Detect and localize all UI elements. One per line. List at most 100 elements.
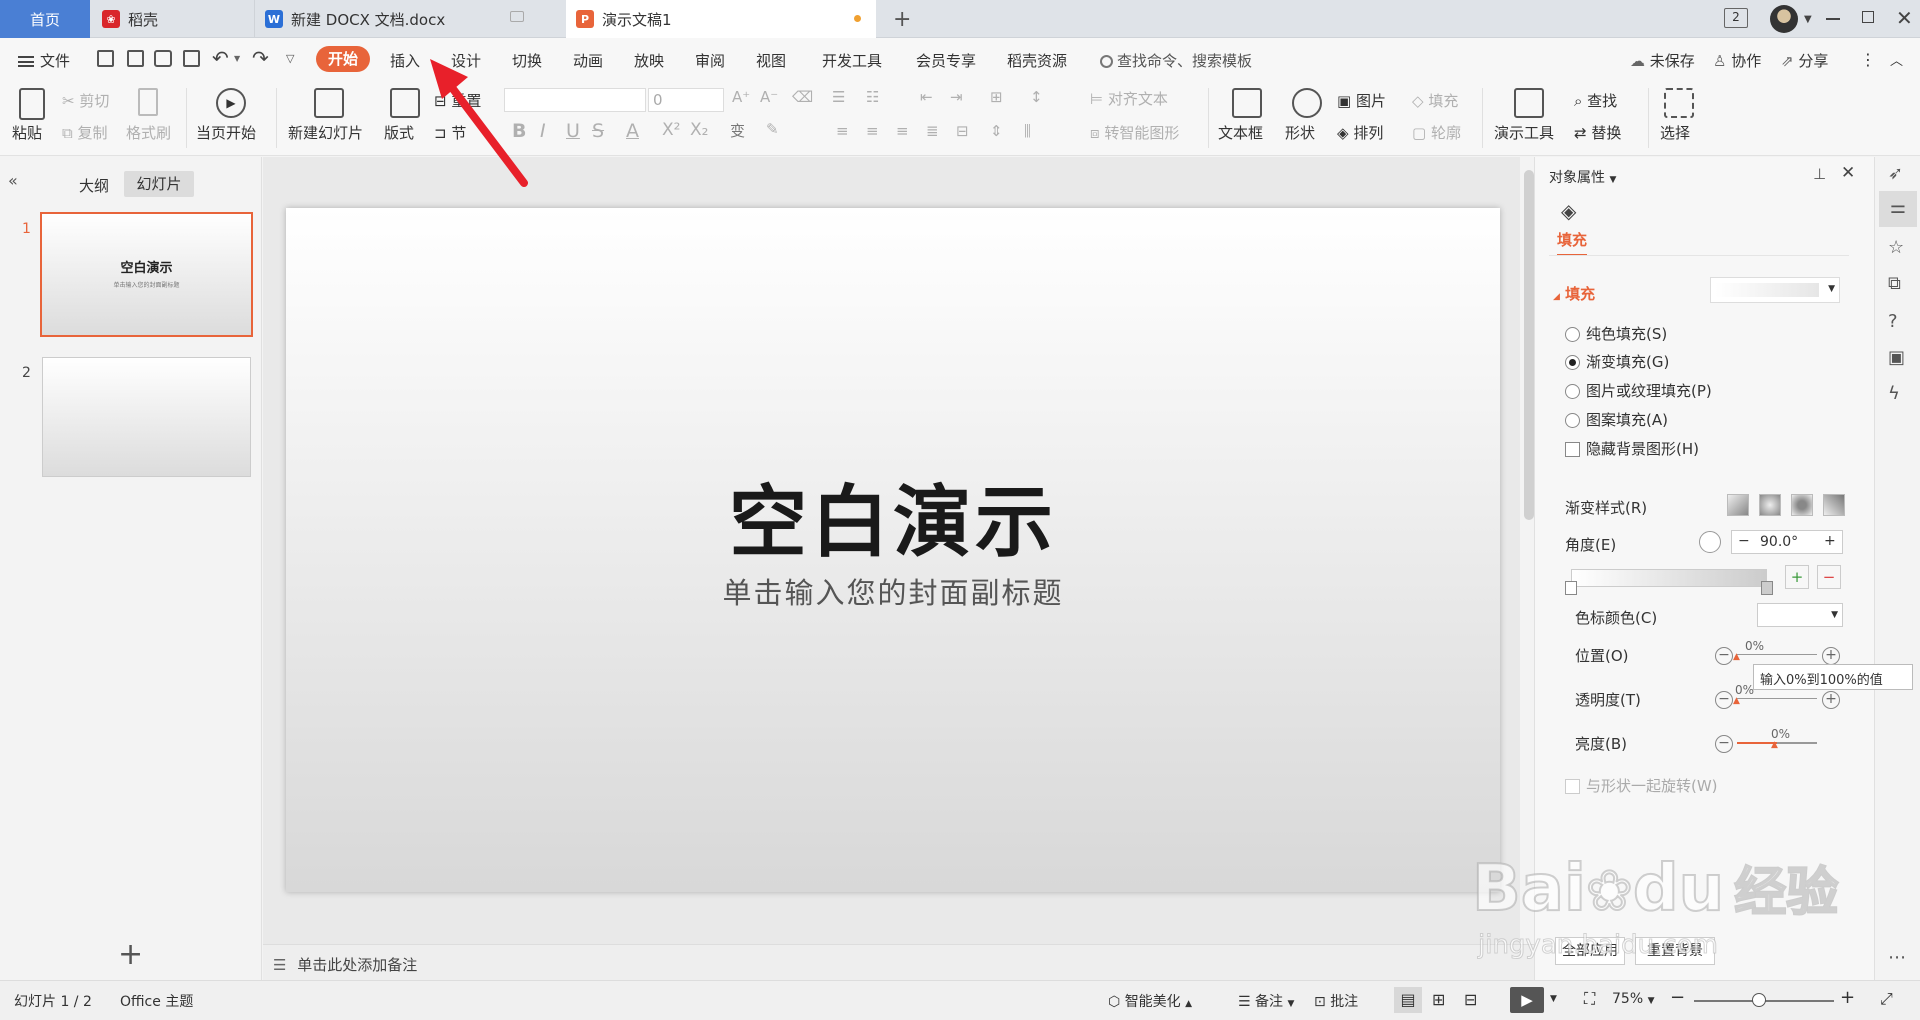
subscript-icon[interactable]: X₂ bbox=[690, 120, 708, 140]
zoom-out-icon[interactable]: − bbox=[1670, 987, 1685, 1008]
vertical-scrollbar[interactable] bbox=[1524, 170, 1534, 520]
color-stop-select[interactable]: ▼ bbox=[1757, 603, 1843, 627]
panel-header[interactable]: 对象属性 ▼ bbox=[1549, 167, 1616, 187]
avatar-dropdown-icon[interactable]: ▼ bbox=[1804, 14, 1812, 25]
layout-icon[interactable] bbox=[390, 88, 420, 118]
solid-fill-option[interactable]: 纯色填充(S) bbox=[1565, 323, 1667, 344]
transparency-thumb-icon[interactable]: ▲ bbox=[1733, 696, 1740, 706]
collapse-panel-icon[interactable]: « bbox=[8, 171, 18, 190]
fit-window-icon[interactable]: ⛶ bbox=[1584, 989, 1595, 1009]
unsaved-status[interactable]: ☁ 未保存 bbox=[1630, 50, 1695, 71]
reading-view-icon[interactable]: ⊟ bbox=[1464, 987, 1477, 1013]
cut-button[interactable]: ✂ 剪切 bbox=[62, 90, 109, 111]
gradient-fill-option[interactable]: 渐变填充(G) bbox=[1565, 351, 1669, 372]
fill-tab[interactable]: 填充 bbox=[1557, 229, 1588, 256]
fill-button[interactable]: ◇ 填充 bbox=[1412, 90, 1458, 111]
position-thumb-icon[interactable]: ▲ bbox=[1733, 652, 1740, 662]
rocket-icon[interactable]: ➶ bbox=[1888, 163, 1903, 184]
collapse-ribbon-icon[interactable]: ︿ bbox=[1890, 50, 1903, 69]
share-button[interactable]: ⇗ 分享 bbox=[1781, 50, 1828, 71]
slide-thumbnail-2[interactable] bbox=[42, 357, 251, 477]
angle-dial-icon[interactable] bbox=[1699, 531, 1721, 553]
transparency-slider[interactable] bbox=[1737, 698, 1817, 699]
smart-shape-button[interactable]: ⧈ 转智能图形 bbox=[1090, 122, 1179, 143]
format-painter-button[interactable]: 格式刷 bbox=[126, 122, 171, 143]
brightness-thumb-icon[interactable]: ▲ bbox=[1771, 740, 1778, 750]
export-pdf-icon[interactable] bbox=[127, 50, 144, 67]
shrink-font-icon[interactable]: A⁻ bbox=[760, 88, 778, 106]
angle-stepper[interactable]: − 90.0° + bbox=[1731, 530, 1843, 554]
gallery-icon[interactable]: ▣ bbox=[1888, 347, 1905, 368]
new-tab-button[interactable]: + bbox=[885, 0, 925, 38]
slide-editor[interactable]: 空白演示 单击输入您的封面副标题 bbox=[286, 208, 1500, 892]
gradient-path-icon[interactable] bbox=[1823, 494, 1845, 516]
normal-view-icon[interactable]: ▤ bbox=[1394, 987, 1422, 1013]
slide-thumbnail-1[interactable]: 空白演示 单击输入您的封面副标题 bbox=[40, 212, 253, 337]
file-menu[interactable]: 文件 bbox=[18, 50, 70, 71]
remove-stop-icon[interactable]: − bbox=[1817, 565, 1841, 589]
tab-home-ribbon[interactable]: 开始 bbox=[316, 46, 370, 72]
zoom-thumb[interactable] bbox=[1752, 993, 1766, 1007]
indent-icon[interactable]: ⇥ bbox=[950, 88, 963, 106]
present-tools-button[interactable]: 演示工具 bbox=[1494, 122, 1554, 143]
slideshow-dropdown-icon[interactable]: ▼ bbox=[1550, 994, 1557, 1004]
paste-button[interactable]: 粘贴 bbox=[12, 122, 42, 143]
beautify-button[interactable]: ⬡ 智能美化 ▲ bbox=[1108, 991, 1192, 1011]
restore-icon[interactable] bbox=[1862, 11, 1874, 23]
fill-preset-select[interactable]: ▼ bbox=[1710, 277, 1840, 303]
font-color-button[interactable]: A bbox=[626, 120, 639, 142]
play-slideshow-button[interactable]: ▶ bbox=[1510, 987, 1544, 1013]
theme-name[interactable]: Office 主题 bbox=[120, 991, 193, 1011]
more-icon[interactable]: ⋯ bbox=[1888, 947, 1906, 968]
customize-qat-icon[interactable]: ▽ bbox=[286, 52, 294, 65]
find-button[interactable]: ⌕ 查找 bbox=[1574, 90, 1617, 111]
increment-icon[interactable]: + bbox=[1824, 533, 1836, 549]
add-stop-icon[interactable]: + bbox=[1785, 565, 1809, 589]
tab-developer[interactable]: 开发工具 bbox=[822, 50, 882, 71]
arrange-button[interactable]: ◈ 排列 bbox=[1337, 122, 1383, 143]
justify-icon[interactable]: ≣ bbox=[926, 122, 939, 140]
gradient-stops-bar[interactable] bbox=[1571, 569, 1767, 587]
strikethrough-button[interactable]: S bbox=[592, 120, 604, 142]
replace-button[interactable]: ⇄ 替换 bbox=[1574, 122, 1621, 143]
decrement-icon[interactable]: − bbox=[1738, 533, 1750, 549]
gradient-stop-left[interactable] bbox=[1565, 581, 1577, 595]
font-size-select[interactable]: 0 bbox=[648, 88, 724, 112]
layout-button[interactable]: 版式 bbox=[384, 122, 414, 143]
distribute-icon[interactable]: ⊟ bbox=[956, 122, 969, 140]
tab-slideshow[interactable]: 放映 bbox=[634, 50, 664, 71]
tab-docer[interactable]: ❀ 稻壳 bbox=[92, 0, 252, 38]
align-text-button[interactable]: ⊨ 对齐文本 bbox=[1090, 88, 1168, 109]
gradient-rect-icon[interactable] bbox=[1791, 494, 1813, 516]
column-icon[interactable]: ⫼ bbox=[1024, 122, 1031, 140]
picture-button[interactable]: ▣ 图片 bbox=[1337, 90, 1386, 111]
picture-fill-option[interactable]: 图片或纹理填充(P) bbox=[1565, 380, 1712, 401]
phonetic-icon[interactable]: 变 bbox=[730, 120, 745, 141]
shape-icon[interactable] bbox=[1292, 88, 1322, 118]
align-center-icon[interactable]: ≡ bbox=[866, 122, 879, 140]
brightness-minus-icon[interactable]: − bbox=[1715, 733, 1733, 753]
zoom-level[interactable]: 75% ▼ bbox=[1612, 991, 1655, 1007]
select-button[interactable]: 选择 bbox=[1660, 122, 1690, 143]
minimize-icon[interactable] bbox=[1826, 18, 1840, 20]
line-spacing-icon[interactable]: ↕ bbox=[1030, 88, 1043, 106]
copy-button[interactable]: ⧉ 复制 bbox=[62, 122, 108, 143]
undo-icon[interactable]: ↶ bbox=[212, 46, 229, 70]
tab-home[interactable]: 首页 bbox=[0, 0, 90, 38]
properties-icon[interactable]: ⚌ bbox=[1879, 191, 1917, 227]
numbering-icon[interactable]: ☷ bbox=[866, 88, 879, 106]
lightning-icon[interactable]: ϟ bbox=[1888, 383, 1900, 404]
undo-dropdown-icon[interactable]: ▼ bbox=[234, 54, 240, 63]
avatar[interactable] bbox=[1770, 5, 1798, 33]
fill-section-header[interactable]: ◢ 填充 bbox=[1553, 283, 1595, 304]
play-icon[interactable]: ▶ bbox=[216, 88, 246, 118]
underline-button[interactable]: U bbox=[566, 120, 580, 142]
fullscreen-icon[interactable]: ⤢ bbox=[1880, 989, 1893, 1009]
superscript-icon[interactable]: X² bbox=[662, 120, 680, 140]
tab-review[interactable]: 审阅 bbox=[695, 50, 725, 71]
tab-slides[interactable]: 幻灯片 bbox=[124, 171, 194, 197]
tab-view[interactable]: 视图 bbox=[756, 50, 786, 71]
slide-subtitle[interactable]: 单击输入您的封面副标题 bbox=[286, 570, 1500, 612]
window-count-badge[interactable]: 2 bbox=[1724, 8, 1748, 28]
textbox-icon[interactable] bbox=[1232, 88, 1262, 118]
